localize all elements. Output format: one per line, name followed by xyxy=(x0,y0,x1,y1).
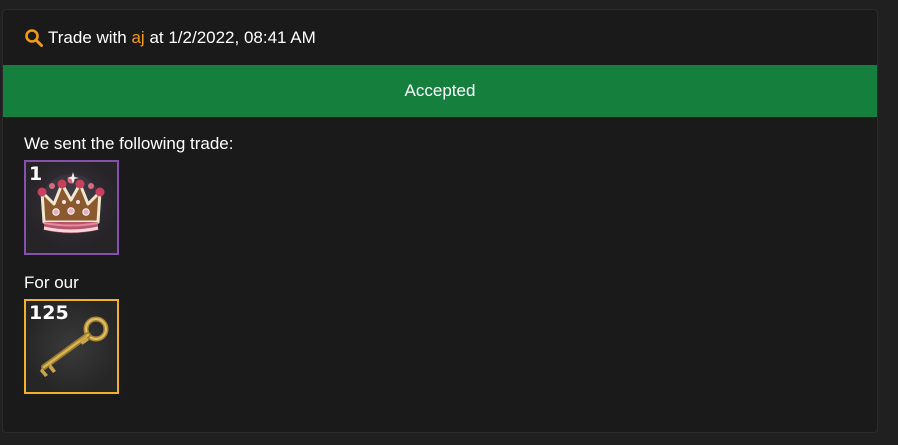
status-label: Accepted xyxy=(404,81,476,100)
sent-item-crown[interactable]: 1 xyxy=(24,160,119,255)
item-quantity: 1 xyxy=(29,163,43,185)
trade-card: Trade with aj at 1/2/2022, 08:41 AM Acce… xyxy=(2,9,878,433)
trade-timestamp: at 1/2/2022, 08:41 AM xyxy=(149,27,316,47)
trade-prefix: Trade with xyxy=(48,27,127,47)
received-item-key[interactable]: 125 xyxy=(24,299,119,394)
trade-body: We sent the following trade: 1 For our 1… xyxy=(3,117,877,394)
sent-label: We sent the following trade: xyxy=(24,134,234,153)
item-quantity: 125 xyxy=(29,302,69,324)
trade-username-link[interactable]: aj xyxy=(131,28,144,48)
trade-header: Trade with aj at 1/2/2022, 08:41 AM xyxy=(3,10,877,65)
search-icon[interactable] xyxy=(24,28,44,48)
received-label: For our xyxy=(24,273,79,292)
status-banner: Accepted xyxy=(3,65,877,117)
